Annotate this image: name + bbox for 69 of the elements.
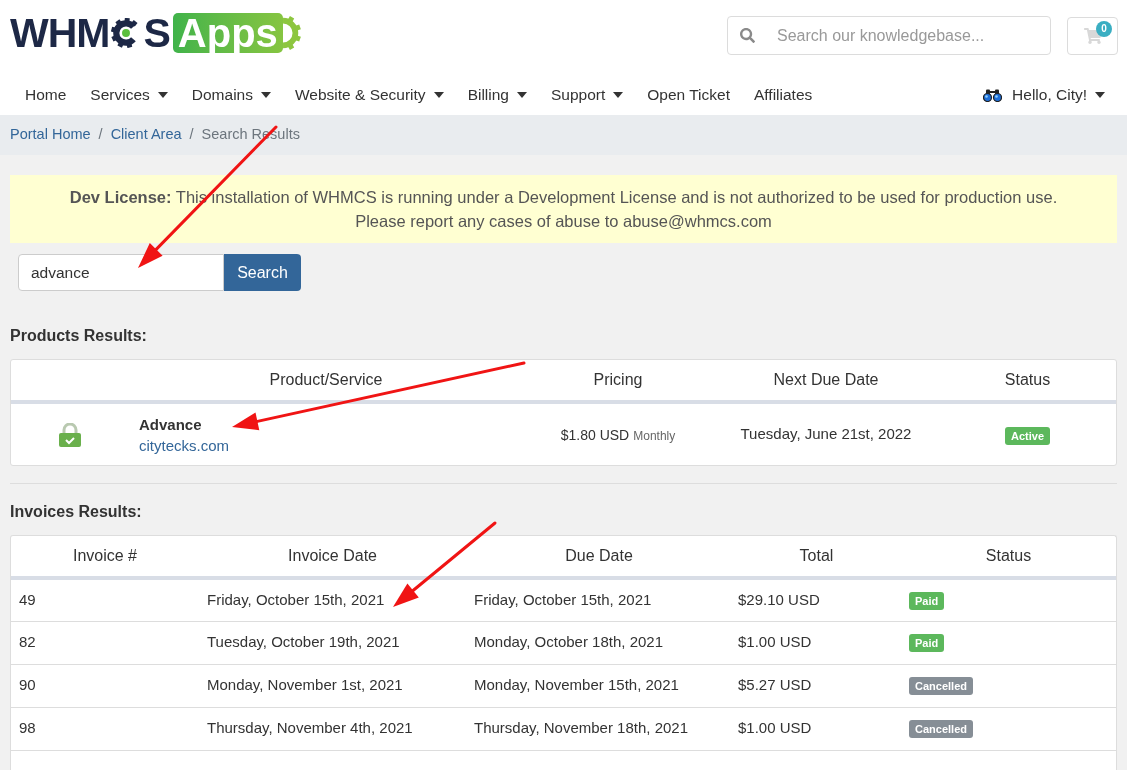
domain-link[interactable]: citytecks.com bbox=[139, 434, 229, 456]
table-cell: $5.27 USD bbox=[738, 676, 812, 694]
logo-badge: Apps bbox=[172, 13, 283, 53]
table-cell: $1.00 USD bbox=[738, 719, 812, 737]
table-cell: 49 bbox=[19, 591, 36, 608]
table-cell: Thursday, November 18th, 2021 bbox=[474, 719, 688, 737]
table-cell: 90 bbox=[19, 676, 36, 694]
search-icon bbox=[740, 28, 755, 43]
column-header: Total bbox=[799, 547, 834, 564]
table-cell: Monday, November 15th, 2021 bbox=[474, 676, 679, 694]
breadcrumb-link[interactable]: Portal Home bbox=[10, 124, 91, 146]
gear-icon bbox=[282, 13, 304, 53]
user-menu[interactable]: Hello, City! bbox=[983, 83, 1105, 107]
column-header: Due Date bbox=[565, 547, 633, 564]
breadcrumb-separator: / bbox=[97, 125, 104, 145]
column-header: Status bbox=[985, 547, 1032, 564]
nav-link[interactable]: Affiliates bbox=[742, 83, 825, 107]
table-cell: Monday, October 18th, 2021 bbox=[474, 633, 663, 651]
table-cell: $29.10 USD bbox=[738, 591, 820, 608]
section-title: Products Results: bbox=[10, 326, 148, 346]
column-header: Pricing bbox=[593, 371, 643, 388]
nav-link[interactable]: Website & Security bbox=[282, 83, 456, 107]
caret-icon bbox=[157, 92, 168, 98]
status-badge: Cancelled bbox=[909, 720, 973, 739]
column-header: Next Due Date bbox=[773, 371, 879, 388]
table-cell: 82 bbox=[19, 633, 36, 651]
column-header: Invoice Date bbox=[288, 547, 377, 564]
search-field[interactable]: Search our knowledgebase... bbox=[727, 16, 1051, 55]
nav-link[interactable]: Billing bbox=[455, 83, 539, 107]
alert-text: Please report any cases of abuse to abuse@whmcs.com bbox=[354, 211, 773, 232]
logo-text: S bbox=[143, 12, 170, 54]
breadcrumb-separator: / bbox=[188, 125, 195, 145]
status-badge: Paid bbox=[909, 592, 945, 610]
table-cell: Friday, October 15th, 2021 bbox=[474, 591, 652, 608]
table-cell: 98 bbox=[19, 719, 36, 737]
section-title: Invoices Results: bbox=[10, 502, 143, 522]
product-name: Advance bbox=[139, 414, 202, 435]
table-cell: $1.00 USD bbox=[738, 633, 812, 651]
search-input[interactable]: advance bbox=[18, 254, 224, 291]
status-badge: Cancelled bbox=[909, 677, 973, 696]
alert-text: Dev License: This installation of WHMCS is running under a Development License and is not authorized to be used for production use. bbox=[68, 187, 1059, 208]
binoculars-icon bbox=[983, 88, 1003, 102]
table-cell: Tuesday, October 19th, 2021 bbox=[207, 633, 400, 651]
breadcrumb-link[interactable]: Client Area bbox=[110, 124, 182, 146]
column-header: Product/Service bbox=[269, 371, 383, 388]
logo-text: WHM bbox=[10, 12, 110, 54]
caret-icon bbox=[433, 92, 444, 98]
column-header: Invoice # bbox=[72, 547, 137, 564]
nav-link[interactable]: Domains bbox=[179, 83, 283, 107]
table-cell: Thursday, November 4th, 2021 bbox=[207, 719, 413, 737]
billing-cycle-text: Monthly bbox=[633, 428, 676, 443]
caret-icon bbox=[1095, 92, 1105, 98]
column-header: Status bbox=[1004, 371, 1051, 388]
table-cell: Tuesday, June 21st, 2022 bbox=[740, 425, 912, 443]
table-cell: Friday, October 15th, 2021 bbox=[207, 591, 385, 608]
search-button[interactable]: Search bbox=[224, 254, 301, 291]
table-cell: Monday, November 1st, 2021 bbox=[207, 676, 403, 694]
nav-link[interactable]: Open Ticket bbox=[635, 83, 742, 107]
caret-icon bbox=[260, 92, 271, 98]
nav-link[interactable]: Support bbox=[539, 83, 636, 107]
price-text: $1.80 USD bbox=[560, 426, 630, 443]
status-badge: Paid bbox=[909, 634, 945, 653]
caret-icon bbox=[613, 92, 624, 98]
caret-icon bbox=[517, 92, 527, 98]
padlock-icon bbox=[59, 422, 81, 447]
nav-link[interactable]: Home bbox=[13, 83, 79, 107]
cart-count-badge: 0 bbox=[1096, 20, 1112, 37]
nav-link[interactable]: Services bbox=[78, 83, 180, 107]
status-badge: Active bbox=[1005, 426, 1050, 445]
